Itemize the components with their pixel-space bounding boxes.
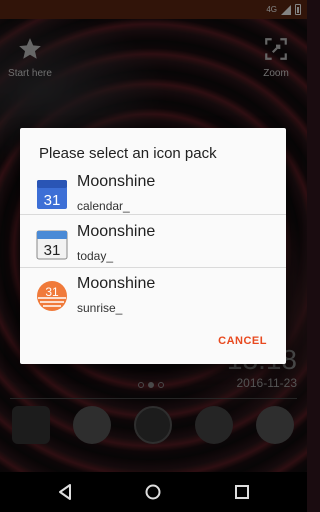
svg-text:31: 31 <box>45 285 59 299</box>
icon-pack-name: Moonshine <box>77 173 156 190</box>
navigation-bar <box>0 472 307 512</box>
cancel-button[interactable]: CANCEL <box>218 335 267 347</box>
icon-pack-item[interactable]: 31 Moonshine sunrise_ <box>20 272 286 322</box>
svg-text:31: 31 <box>44 242 61 259</box>
back-icon[interactable] <box>56 482 76 502</box>
calendar-blue-icon: 31 <box>35 177 69 211</box>
icon-pack-sub: sunrise_ <box>77 301 123 315</box>
dialog-title: Please select an icon pack <box>39 145 217 162</box>
icon-pack-sub: today_ <box>77 249 114 263</box>
icon-pack-name: Moonshine <box>77 223 156 240</box>
calendar-today-icon: 31 <box>35 227 69 261</box>
svg-text:31: 31 <box>44 192 61 209</box>
recents-icon[interactable] <box>232 482 252 502</box>
calendar-sunrise-icon: 31 <box>35 279 69 313</box>
icon-pack-item[interactable]: 31 Moonshine calendar_ <box>20 170 286 220</box>
divider <box>20 267 286 268</box>
icon-pack-dialog: Please select an icon pack 31 Moonshine … <box>20 128 286 364</box>
icon-pack-item[interactable]: 31 Moonshine today_ <box>20 220 286 270</box>
icon-pack-sub: calendar_ <box>77 199 130 213</box>
divider <box>20 214 286 215</box>
home-icon[interactable] <box>143 482 163 502</box>
icon-pack-name: Moonshine <box>77 275 156 292</box>
